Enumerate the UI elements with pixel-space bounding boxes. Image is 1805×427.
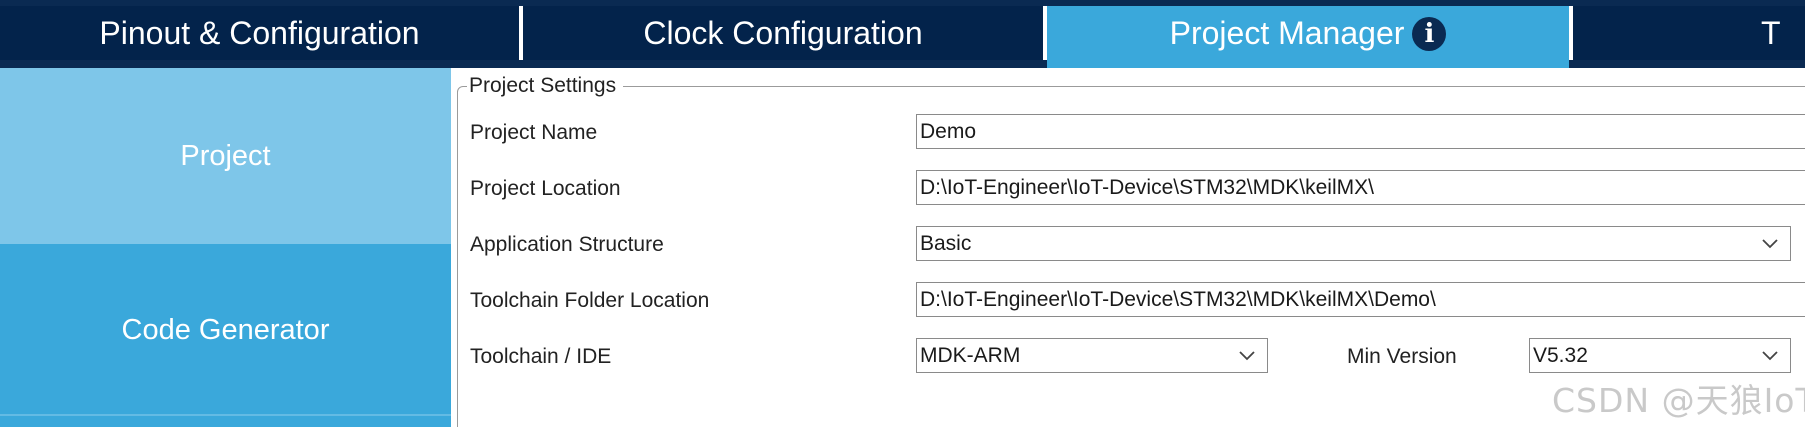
stm32cubemx-window: Pinout & Configuration Clock Configurati… xyxy=(0,0,1805,427)
project-name-label: Project Name xyxy=(470,121,598,144)
tab-label: T xyxy=(1761,15,1781,51)
tab-clock-configuration[interactable]: Clock Configuration xyxy=(523,6,1043,60)
min-version-select[interactable]: V5.32 xyxy=(1529,338,1791,373)
nav-item-label: Code Generator xyxy=(121,314,330,346)
chevron-down-icon xyxy=(1239,351,1255,361)
application-structure-label: Application Structure xyxy=(470,233,664,256)
info-icon[interactable]: i xyxy=(1412,17,1447,51)
application-structure-value: Basic xyxy=(920,232,972,255)
min-version-value: V5.32 xyxy=(1533,344,1588,367)
chevron-down-icon xyxy=(1762,351,1778,361)
toolchain-ide-value: MDK-ARM xyxy=(920,344,1021,367)
min-version-label: Min Version xyxy=(1347,345,1457,368)
nav-item-project[interactable]: Project xyxy=(0,68,451,244)
watermark: CSDN @天狼IoT xyxy=(1552,381,1805,420)
tab-label: Clock Configuration xyxy=(643,15,923,51)
toolchain-ide-select[interactable]: MDK-ARM xyxy=(916,338,1268,373)
nav-divider xyxy=(0,414,451,416)
toolchain-folder-input[interactable]: D:\IoT-Engineer\IoT-Device\STM32\MDK\kei… xyxy=(916,282,1805,317)
tab-label: Project Manager xyxy=(1169,15,1405,51)
tab-tools[interactable]: T xyxy=(1573,6,1805,60)
project-settings-legend: Project Settings xyxy=(467,74,624,98)
project-name-input[interactable]: Demo xyxy=(916,114,1805,149)
toolchain-ide-label: Toolchain / IDE xyxy=(470,345,612,368)
nav-item-label: Project xyxy=(180,140,271,172)
tab-pinout-configuration[interactable]: Pinout & Configuration xyxy=(0,6,519,60)
top-tab-bar: Pinout & Configuration Clock Configurati… xyxy=(0,0,1805,68)
nav-item-code-generator[interactable]: Code Generator xyxy=(0,244,451,417)
tab-label: Pinout & Configuration xyxy=(99,15,420,51)
left-navigation: Project Code Generator xyxy=(0,68,451,427)
project-location-input[interactable]: D:\IoT-Engineer\IoT-Device\STM32\MDK\kei… xyxy=(916,170,1805,205)
chevron-down-icon xyxy=(1762,239,1778,249)
project-location-label: Project Location xyxy=(470,177,621,200)
toolchain-folder-label: Toolchain Folder Location xyxy=(470,289,710,312)
application-structure-select[interactable]: Basic xyxy=(916,226,1791,261)
tab-project-manager[interactable]: Project Manager i xyxy=(1047,6,1569,68)
